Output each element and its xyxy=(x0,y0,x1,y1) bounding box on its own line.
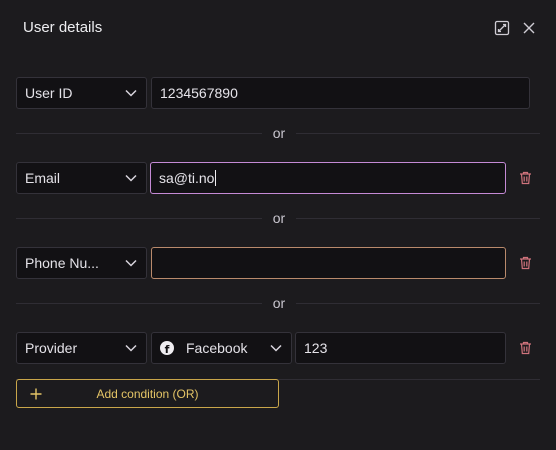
chevron-down-icon xyxy=(124,86,138,100)
chevron-down-icon xyxy=(124,256,138,270)
field-select-user-id[interactable]: User ID xyxy=(16,77,147,109)
email-input[interactable]: sa@ti.no xyxy=(150,162,506,194)
or-separator: or xyxy=(262,125,296,141)
field-select-email[interactable]: Email xyxy=(16,162,147,194)
panel-title: User details xyxy=(23,19,103,36)
field-select-label: Phone Nu... xyxy=(25,255,99,271)
add-condition-button[interactable]: Add condition (OR) xyxy=(16,379,279,408)
email-value: sa@ti.no xyxy=(159,170,215,186)
trash-icon[interactable] xyxy=(517,255,533,271)
add-condition-label: Add condition (OR) xyxy=(96,386,199,401)
provider-select[interactable]: f Facebook xyxy=(151,332,292,364)
field-select-label: User ID xyxy=(25,85,73,101)
chevron-down-icon xyxy=(269,341,283,355)
chevron-down-icon xyxy=(124,341,138,355)
user-id-input[interactable]: 1234567890 xyxy=(151,77,530,109)
trash-icon[interactable] xyxy=(517,170,533,186)
close-icon[interactable] xyxy=(520,19,538,37)
field-select-label: Provider xyxy=(25,340,78,356)
plus-icon xyxy=(29,387,43,401)
provider-id-value: 123 xyxy=(304,340,328,356)
field-select-provider[interactable]: Provider xyxy=(16,332,147,364)
expand-icon[interactable] xyxy=(493,19,511,37)
or-separator: or xyxy=(262,295,296,311)
trash-icon[interactable] xyxy=(517,340,533,356)
or-separator: or xyxy=(262,210,296,226)
provider-id-input[interactable]: 123 xyxy=(295,332,506,364)
user-details-panel: User details User ID 1234567890 or Email xyxy=(0,0,556,450)
field-select-label: Email xyxy=(25,170,61,186)
facebook-icon: f xyxy=(160,341,174,355)
phone-input[interactable] xyxy=(151,247,506,279)
text-caret xyxy=(215,170,217,186)
user-id-value: 1234567890 xyxy=(160,85,238,101)
provider-select-label: Facebook xyxy=(186,340,248,356)
chevron-down-icon xyxy=(124,171,138,185)
field-select-phone[interactable]: Phone Nu... xyxy=(16,247,147,279)
